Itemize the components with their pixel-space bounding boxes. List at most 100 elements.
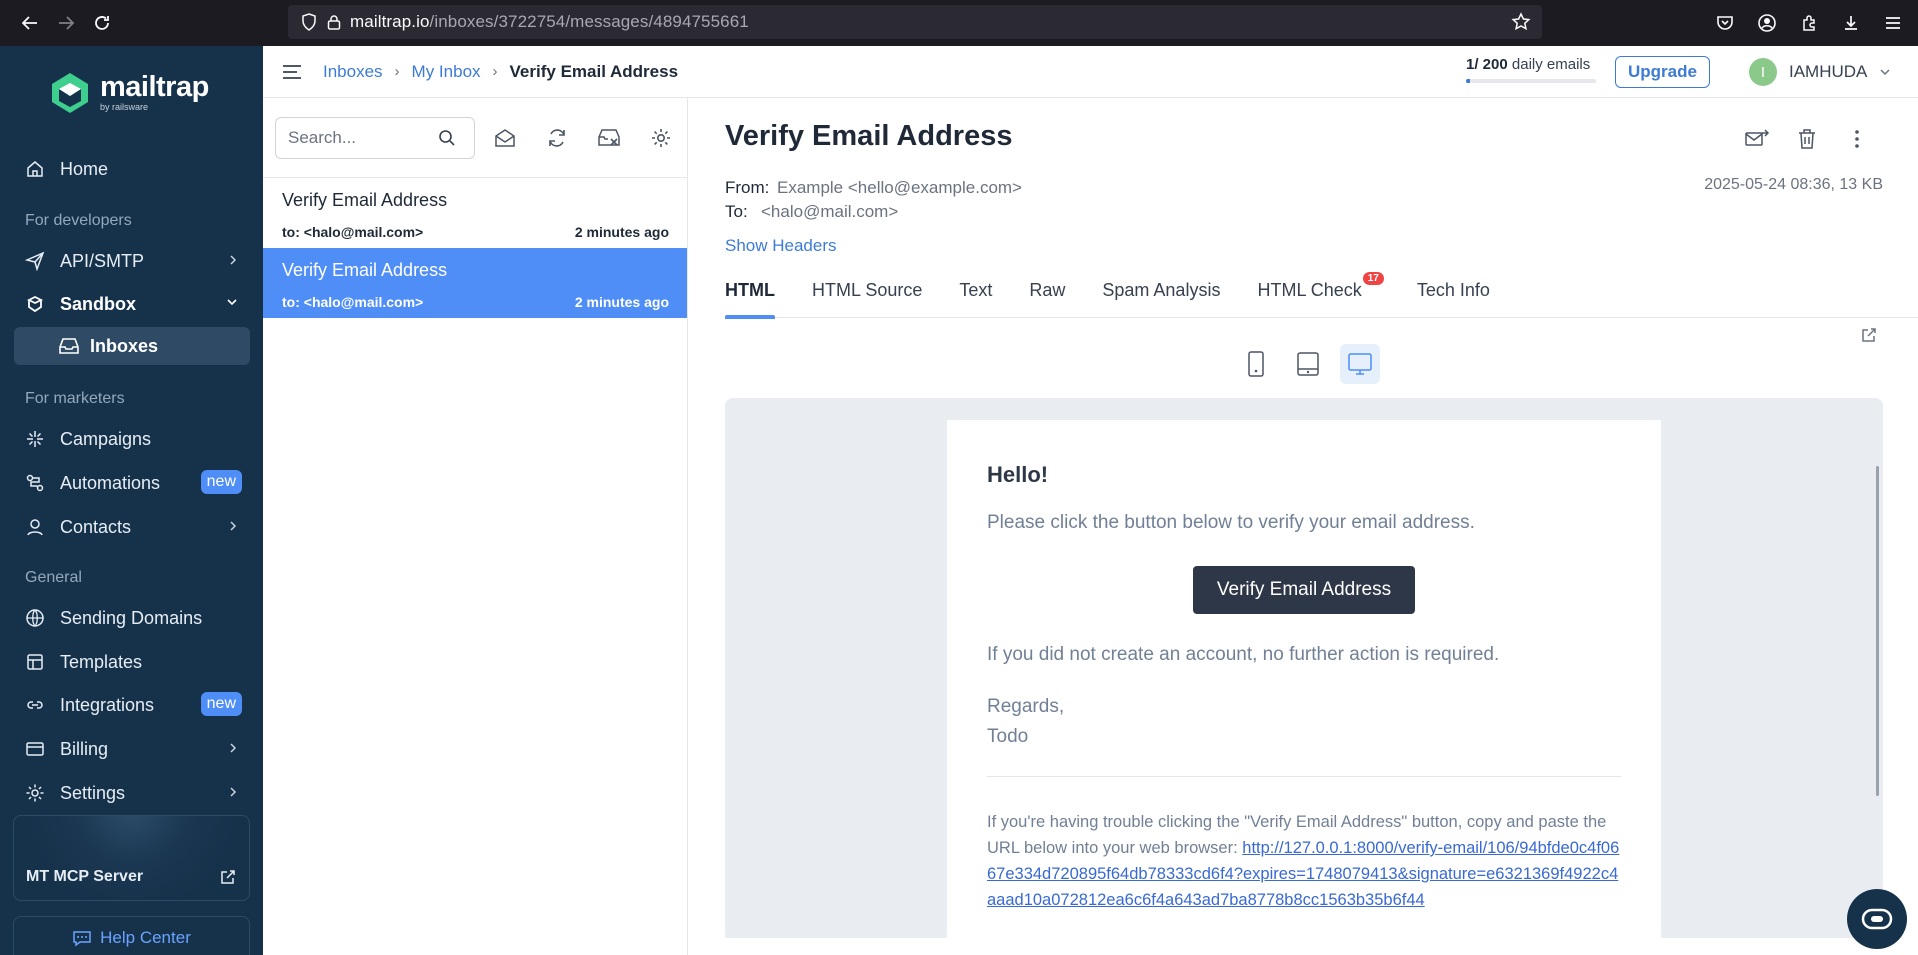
show-headers-link[interactable]: Show Headers bbox=[725, 236, 837, 256]
pocket-icon[interactable] bbox=[1708, 5, 1742, 41]
sidebar-item-sending-domains[interactable]: Sending Domains bbox=[14, 599, 250, 637]
chevron-right-icon bbox=[228, 519, 238, 533]
divider bbox=[987, 776, 1621, 777]
external-link-icon bbox=[219, 868, 237, 886]
tab-html-source[interactable]: HTML Source bbox=[812, 278, 922, 318]
menu-icon[interactable] bbox=[1876, 5, 1910, 41]
tab-text[interactable]: Text bbox=[959, 278, 992, 318]
mobile-view-icon[interactable] bbox=[1236, 344, 1276, 384]
send-icon bbox=[24, 250, 46, 272]
mcp-server-label: MT MCP Server bbox=[26, 868, 144, 885]
verify-email-button[interactable]: Verify Email Address bbox=[1193, 566, 1415, 614]
message-meta: From: Example <hello@example.com> To: <hal… bbox=[725, 176, 1022, 224]
message-recipient: to: <halo@mail.com> bbox=[282, 224, 424, 240]
download-icon[interactable] bbox=[1834, 5, 1868, 41]
email-intro: Please click the button below to verify … bbox=[987, 512, 1475, 533]
url-bar[interactable]: mailtrap.io/inboxes/3722754/messages/489… bbox=[288, 5, 1542, 39]
gear-icon[interactable] bbox=[635, 117, 687, 159]
message-time: 2 minutes ago bbox=[574, 294, 669, 310]
sandbox-icon bbox=[24, 293, 46, 315]
tablet-view-icon[interactable] bbox=[1288, 344, 1328, 384]
quota-total: / 200 bbox=[1474, 56, 1508, 73]
sidebar-item-inboxes[interactable]: Inboxes bbox=[14, 327, 250, 365]
user-icon bbox=[24, 516, 46, 538]
message-list-panel: Verify Email Address to: <halo@mail.com>… bbox=[263, 98, 688, 955]
sidebar-item-contacts[interactable]: Contacts bbox=[14, 508, 250, 546]
tab-raw[interactable]: Raw bbox=[1029, 278, 1065, 318]
sidebar-label-inboxes: Inboxes bbox=[90, 335, 159, 356]
tab-html[interactable]: HTML bbox=[725, 278, 775, 319]
sidebar-item-sandbox[interactable]: Sandbox bbox=[14, 285, 250, 323]
sidebar-item-api-smtp[interactable]: API/SMTP bbox=[14, 242, 250, 280]
list-item[interactable]: Verify Email Address to: <halo@mail.com>… bbox=[263, 178, 687, 248]
quota-progress-bar bbox=[1466, 79, 1596, 83]
automation-icon bbox=[24, 472, 46, 494]
chevron-right-icon bbox=[228, 253, 238, 267]
chat-widget-button[interactable] bbox=[1847, 889, 1907, 949]
message-time: 2 minutes ago bbox=[574, 224, 669, 240]
tab-spam-analysis[interactable]: Spam Analysis bbox=[1102, 278, 1220, 318]
message-recipient: to: <halo@mail.com> bbox=[282, 294, 424, 310]
sidebar-label-campaigns: Campaigns bbox=[60, 428, 152, 449]
forward-icon[interactable] bbox=[48, 5, 84, 41]
help-center-button[interactable]: Help Center bbox=[13, 916, 250, 955]
mcp-server-card[interactable]: MT MCP Server bbox=[13, 815, 250, 901]
upgrade-button[interactable]: Upgrade bbox=[1615, 56, 1710, 88]
chevron-down-icon bbox=[226, 296, 238, 308]
credit-card-icon bbox=[24, 738, 46, 760]
tab-html-check[interactable]: HTML Check 17 bbox=[1257, 272, 1384, 318]
preview-scrollbar[interactable] bbox=[1876, 466, 1879, 796]
shield-icon[interactable] bbox=[294, 5, 324, 39]
sidebar-label-home: Home bbox=[60, 158, 109, 179]
sidebar: mailtrap by railsware Home For developer… bbox=[0, 46, 263, 955]
chevron-down-icon bbox=[1879, 66, 1891, 78]
sidebar-label-automations: Automations bbox=[60, 472, 161, 493]
trash-icon[interactable] bbox=[1792, 124, 1822, 154]
back-icon[interactable] bbox=[12, 5, 48, 41]
sidebar-item-automations[interactable]: Automations new bbox=[14, 464, 250, 502]
email-regards-line: Regards, bbox=[987, 696, 1065, 717]
account-icon[interactable] bbox=[1750, 5, 1784, 41]
extensions-icon[interactable] bbox=[1792, 5, 1826, 41]
mark-read-icon[interactable] bbox=[479, 117, 531, 159]
mailtrap-logo-icon bbox=[52, 73, 88, 113]
sidebar-label-sandbox: Sandbox bbox=[60, 293, 137, 314]
sidebar-item-billing[interactable]: Billing bbox=[14, 730, 250, 768]
sidebar-item-settings[interactable]: Settings bbox=[14, 774, 250, 812]
logo-byline: by railsware bbox=[100, 102, 149, 112]
message-actions bbox=[1742, 124, 1872, 154]
mailtrap-logo[interactable]: mailtrap by railsware bbox=[48, 70, 209, 116]
breadcrumb-my-inbox[interactable]: My Inbox bbox=[412, 62, 481, 82]
reload-icon[interactable] bbox=[84, 5, 120, 41]
search-input[interactable] bbox=[288, 127, 438, 148]
email-outro: If you did not create an account, no fur… bbox=[987, 644, 1500, 665]
refresh-icon[interactable] bbox=[531, 117, 583, 159]
sidebar-label-contacts: Contacts bbox=[60, 516, 132, 537]
desktop-view-icon[interactable] bbox=[1340, 344, 1380, 384]
message-detail: Verify Email Address From: Example <hello… bbox=[689, 98, 1918, 955]
html-check-badge: 17 bbox=[1362, 272, 1384, 285]
clean-inbox-icon[interactable] bbox=[583, 117, 635, 159]
to-value: <halo@mail.com> bbox=[761, 202, 899, 221]
more-vertical-icon[interactable] bbox=[1842, 124, 1872, 154]
sidebar-item-campaigns[interactable]: Campaigns bbox=[14, 420, 250, 458]
list-item-selected[interactable]: Verify Email Address to: <halo@mail.com>… bbox=[263, 248, 687, 318]
gear-icon bbox=[24, 782, 46, 804]
lock-icon[interactable] bbox=[324, 5, 344, 39]
star-icon[interactable] bbox=[1508, 9, 1534, 35]
sidebar-item-integrations[interactable]: Integrations new bbox=[14, 686, 250, 724]
forward-mail-icon[interactable] bbox=[1742, 124, 1772, 154]
search-box[interactable] bbox=[275, 116, 475, 159]
breadcrumb-inboxes[interactable]: Inboxes bbox=[323, 62, 383, 82]
to-label: To: bbox=[725, 202, 748, 221]
search-icon[interactable] bbox=[438, 129, 456, 147]
open-new-window-icon[interactable] bbox=[1860, 326, 1878, 344]
user-menu[interactable]: I IAMHUDA bbox=[1749, 58, 1891, 86]
tab-tech-info[interactable]: Tech Info bbox=[1417, 278, 1490, 318]
sidebar-item-templates[interactable]: Templates bbox=[14, 643, 250, 681]
browser-toolbar: mailtrap.io/inboxes/3722754/messages/489… bbox=[0, 0, 1918, 46]
email-preview-frame: Hello! Please click the button below to … bbox=[725, 398, 1883, 938]
inbox-icon bbox=[58, 336, 80, 356]
hamburger-icon[interactable] bbox=[281, 64, 305, 80]
sidebar-item-home[interactable]: Home bbox=[14, 150, 250, 188]
